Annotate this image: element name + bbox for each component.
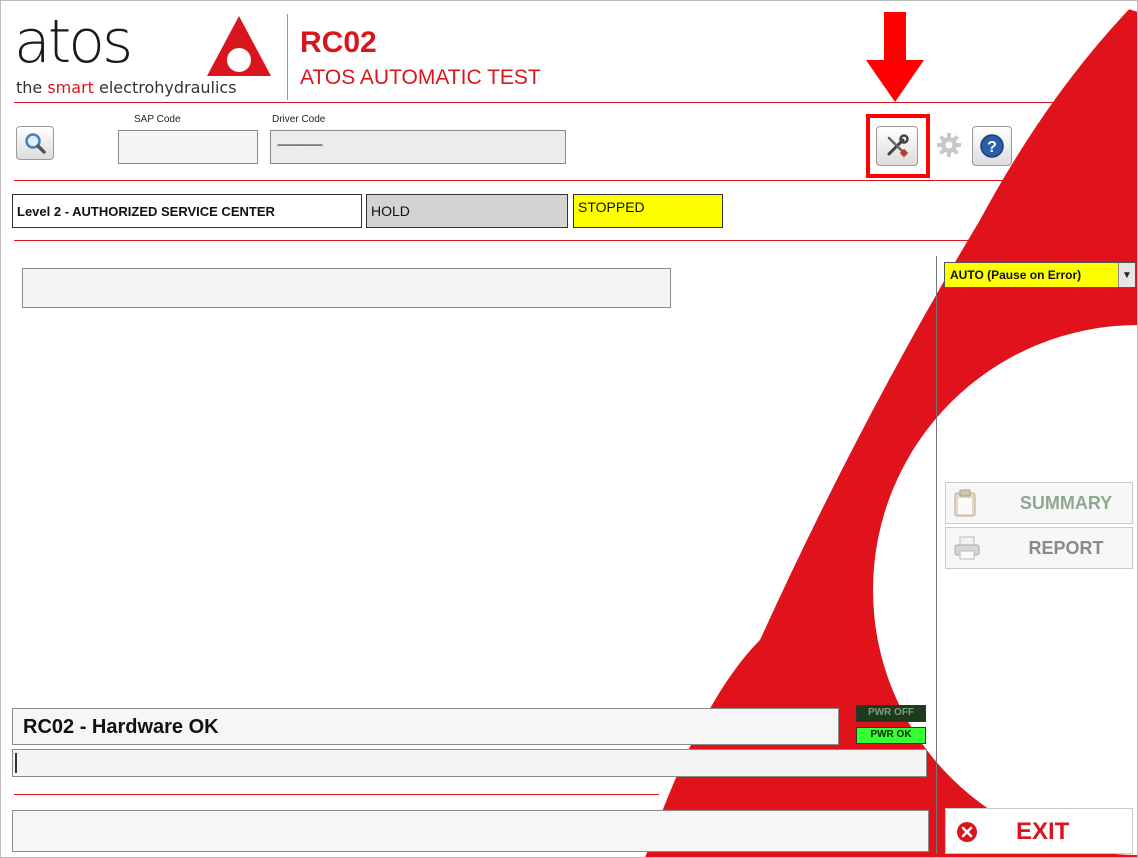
wrench-screwdriver-icon bbox=[887, 134, 909, 158]
progress-cursor bbox=[15, 753, 17, 773]
exit-button[interactable]: EXIT bbox=[945, 808, 1133, 854]
svg-text:?: ? bbox=[987, 139, 997, 156]
magnifier-icon bbox=[25, 133, 46, 154]
run-mode-value: AUTO (Pause on Error) bbox=[950, 268, 1082, 282]
header-divider bbox=[287, 14, 288, 100]
status-separator bbox=[14, 240, 1014, 241]
logo-tagline: the smart electrohydraulics bbox=[16, 78, 237, 97]
settings-button[interactable] bbox=[932, 128, 966, 162]
test-info-field bbox=[22, 268, 671, 308]
sap-code-label: SAP Code bbox=[134, 114, 181, 125]
logo-wordmark: atos bbox=[14, 7, 133, 77]
access-level-badge: Level 2 - AUTHORIZED SERVICE CENTER bbox=[12, 194, 362, 228]
report-label: REPORT bbox=[1028, 537, 1104, 558]
run-mode-select[interactable]: AUTO (Pause on Error) ▼ bbox=[944, 262, 1136, 288]
result-display: RC02 - Hardware OK bbox=[12, 708, 839, 745]
summary-button[interactable]: SUMMARY bbox=[945, 482, 1133, 524]
toolbar-separator bbox=[14, 180, 1014, 181]
summary-label: SUMMARY bbox=[1019, 492, 1113, 513]
side-panel-divider bbox=[936, 256, 937, 854]
footer-separator bbox=[14, 794, 659, 795]
pwr-off-indicator: PWR OFF bbox=[856, 705, 926, 722]
driver-code-label: Driver Code bbox=[272, 114, 326, 125]
message-field bbox=[12, 810, 929, 852]
close-icon bbox=[957, 822, 977, 842]
page-subtitle: ATOS AUTOMATIC TEST bbox=[300, 66, 541, 89]
help-button[interactable]: ? bbox=[972, 126, 1012, 166]
logo-triangle-icon bbox=[207, 16, 271, 76]
result-text: RC02 - Hardware OK bbox=[23, 716, 219, 738]
run-state-status: STOPPED bbox=[573, 194, 723, 228]
search-button[interactable] bbox=[16, 126, 54, 160]
mode-status: HOLD bbox=[366, 194, 568, 228]
header-separator bbox=[14, 102, 1058, 103]
page-title: RC02 bbox=[300, 26, 377, 59]
gear-icon bbox=[937, 133, 961, 157]
progress-bar bbox=[12, 749, 927, 777]
report-button[interactable]: REPORT bbox=[945, 527, 1133, 569]
driver-code-field[interactable]: --------------- bbox=[270, 130, 566, 164]
printer-icon bbox=[954, 536, 980, 560]
red-arrow-down-icon bbox=[866, 12, 924, 102]
pwr-ok-indicator: PWR OK bbox=[856, 727, 926, 744]
tools-button[interactable] bbox=[876, 126, 918, 166]
clipboard-icon bbox=[954, 489, 976, 517]
sap-code-field[interactable] bbox=[118, 130, 258, 164]
chevron-down-icon[interactable]: ▼ bbox=[1118, 263, 1135, 287]
help-icon: ? bbox=[980, 134, 1004, 158]
atos-logo: atos the smart electrohydraulics bbox=[14, 7, 237, 97]
exit-label: EXIT bbox=[1016, 818, 1070, 845]
